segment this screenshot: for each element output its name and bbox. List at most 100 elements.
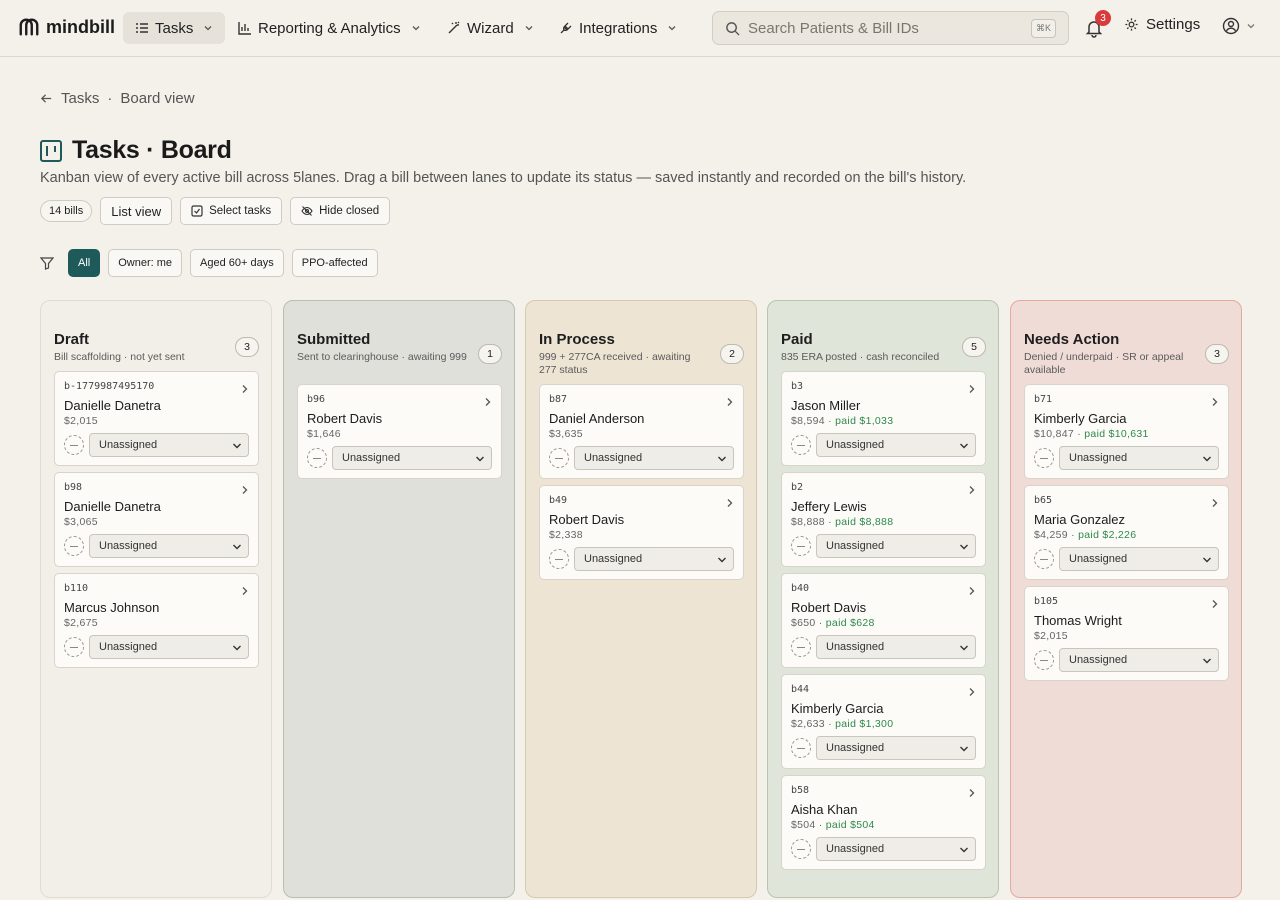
lane-description: Sent to clearinghouse · awaiting 999 <box>297 351 467 363</box>
bill-amount: $2,338 <box>549 529 583 541</box>
filter-aged-60[interactable]: Aged 60+ days <box>190 249 284 277</box>
chevron-down-icon <box>668 26 676 31</box>
assignee-select[interactable]: Unassigned <box>332 446 492 470</box>
settings-button[interactable]: Settings <box>1124 16 1200 33</box>
lane-draft[interactable]: Draft Bill scaffolding · not yet sent 3 b-1… <box>40 300 272 898</box>
bill-amount-line: $2,338 <box>549 529 583 541</box>
assignee-select[interactable]: Unassigned <box>89 635 249 659</box>
filter-owner-me[interactable]: Owner: me <box>108 249 183 277</box>
chevron-down-icon <box>525 26 533 31</box>
assignee-select[interactable]: Unassigned <box>816 736 976 760</box>
assignee-avatar[interactable] <box>1034 448 1054 468</box>
assignee-avatar[interactable] <box>64 637 84 657</box>
assignee-select[interactable]: Unassigned <box>1059 648 1219 672</box>
user-circle-icon <box>1222 17 1240 35</box>
chevron-right-icon[interactable] <box>968 482 976 494</box>
breadcrumb: Tasks · Board view <box>40 90 195 107</box>
hide-closed-button[interactable]: Hide closed <box>290 197 391 225</box>
nav-integrations[interactable]: Integrations <box>547 12 689 44</box>
bill-card[interactable]: b65 Maria Gonzalez $4,259 · paid $2,226 Una… <box>1024 485 1229 580</box>
bill-card[interactable]: b-1779987495170 Danielle Danetra $2,015 Una… <box>54 371 259 466</box>
bill-card[interactable]: b49 Robert Davis $2,338 Unassigned <box>539 485 744 580</box>
assignee-select[interactable]: Unassigned <box>816 534 976 558</box>
search-input[interactable]: Search Patients & Bill IDs ⌘K <box>712 11 1069 45</box>
bill-card[interactable]: b44 Kimberly Garcia $2,633 · paid $1,300 Un… <box>781 674 986 769</box>
assignee-select[interactable]: Unassigned <box>89 534 249 558</box>
patient-name: Maria Gonzalez <box>1034 512 1126 527</box>
assignee-avatar[interactable] <box>64 435 84 455</box>
chevron-right-icon[interactable] <box>484 394 492 406</box>
bill-card[interactable]: b3 Jason Miller $8,594 · paid $1,033 Unassi… <box>781 371 986 466</box>
bill-card[interactable]: b71 Kimberly Garcia $10,847 · paid $10,631… <box>1024 384 1229 479</box>
assignee-select[interactable]: Unassigned <box>574 547 734 571</box>
lane-paid[interactable]: Paid 835 ERA posted · cash reconciled 5 b3 J… <box>767 300 999 898</box>
assignee-avatar[interactable] <box>791 637 811 657</box>
assignee-avatar[interactable] <box>549 549 569 569</box>
lane-in-process[interactable]: In Process 999 + 277CA received · awaitin… <box>525 300 757 898</box>
bill-card[interactable]: b40 Robert Davis $650 · paid $628 Unassigne… <box>781 573 986 668</box>
select-tasks-button[interactable]: Select tasks <box>180 197 283 225</box>
assignee-avatar[interactable] <box>307 448 327 468</box>
assignee-select[interactable]: Unassigned <box>1059 547 1219 571</box>
assignee-avatar[interactable] <box>64 536 84 556</box>
paid-amount: paid $1,300 <box>835 718 894 730</box>
assignee-select[interactable]: Unassigned <box>89 433 249 457</box>
chevron-right-icon[interactable] <box>241 482 249 494</box>
paid-amount-sep: · <box>824 415 836 427</box>
assignee-select[interactable]: Unassigned <box>574 446 734 470</box>
nav-tasks-label: Tasks <box>155 19 194 37</box>
assignee-select[interactable]: Unassigned <box>816 635 976 659</box>
assignee-avatar[interactable] <box>549 448 569 468</box>
breadcrumb-separator: · <box>107 90 113 107</box>
assignee-select[interactable]: Unassigned <box>816 433 976 457</box>
bill-card[interactable]: b58 Aisha Khan $504 · paid $504 Unassigned <box>781 775 986 870</box>
assignee-avatar[interactable] <box>791 435 811 455</box>
bill-id: b96 <box>307 394 326 405</box>
chevron-right-icon[interactable] <box>968 381 976 393</box>
bill-amount: $650 <box>791 617 816 629</box>
assignee-avatar[interactable] <box>791 536 811 556</box>
chevron-right-icon[interactable] <box>968 684 976 696</box>
chevron-right-icon[interactable] <box>726 394 734 406</box>
chevron-right-icon[interactable] <box>241 381 249 393</box>
breadcrumb-tasks-link[interactable]: Tasks <box>61 90 99 107</box>
account-menu[interactable] <box>1222 17 1256 35</box>
chevron-right-icon[interactable] <box>1211 394 1219 406</box>
chevron-right-icon[interactable] <box>726 495 734 507</box>
bill-amount-line: $650 · paid $628 <box>791 617 875 629</box>
brand-logo[interactable]: mindbill <box>18 16 115 38</box>
bill-card[interactable]: b110 Marcus Johnson $2,675 Unassigned <box>54 573 259 668</box>
patient-name: Danielle Danetra <box>64 499 161 514</box>
filter-icon <box>40 257 54 270</box>
nav-wizard[interactable]: Wizard <box>435 12 546 44</box>
lane-needs-action[interactable]: Needs Action Denied / underpaid · SR or a… <box>1010 300 1242 898</box>
bill-card[interactable]: b98 Danielle Danetra $3,065 Unassigned <box>54 472 259 567</box>
assignee-avatar[interactable] <box>791 738 811 758</box>
chevron-right-icon[interactable] <box>968 785 976 797</box>
bill-card[interactable]: b2 Jeffery Lewis $8,888 · paid $8,888 Unass… <box>781 472 986 567</box>
lane-count-badge: 1 <box>478 344 502 364</box>
bill-card[interactable]: b105 Thomas Wright $2,015 Unassigned <box>1024 586 1229 681</box>
assignee-select[interactable]: Unassigned <box>1059 446 1219 470</box>
bill-card[interactable]: b87 Daniel Anderson $3,635 Unassigned <box>539 384 744 479</box>
nav-tasks[interactable]: Tasks <box>123 12 226 44</box>
chevron-right-icon[interactable] <box>1211 596 1219 608</box>
nav-reporting[interactable]: Reporting & Analytics <box>226 12 433 44</box>
assignee-value: Unassigned <box>826 439 885 451</box>
list-view-button[interactable]: List view <box>100 197 173 225</box>
chevron-right-icon[interactable] <box>1211 495 1219 507</box>
arrow-left-icon[interactable] <box>40 92 53 105</box>
bill-count-badge: 14 bills <box>40 200 93 222</box>
assignee-avatar[interactable] <box>791 839 811 859</box>
nav-wizard-label: Wizard <box>467 19 514 37</box>
chevron-right-icon[interactable] <box>968 583 976 595</box>
lane-submitted[interactable]: Submitted Sent to clearinghouse · awaitin… <box>283 300 515 898</box>
chevron-right-icon[interactable] <box>241 583 249 595</box>
assignee-select[interactable]: Unassigned <box>816 837 976 861</box>
patient-name: Robert Davis <box>791 600 867 615</box>
assignee-avatar[interactable] <box>1034 650 1054 670</box>
bill-card[interactable]: b96 Robert Davis $1,646 Unassigned <box>297 384 502 479</box>
assignee-avatar[interactable] <box>1034 549 1054 569</box>
filter-ppo-affected[interactable]: PPO-affected <box>291 249 378 277</box>
filter-all[interactable]: All <box>68 249 101 277</box>
